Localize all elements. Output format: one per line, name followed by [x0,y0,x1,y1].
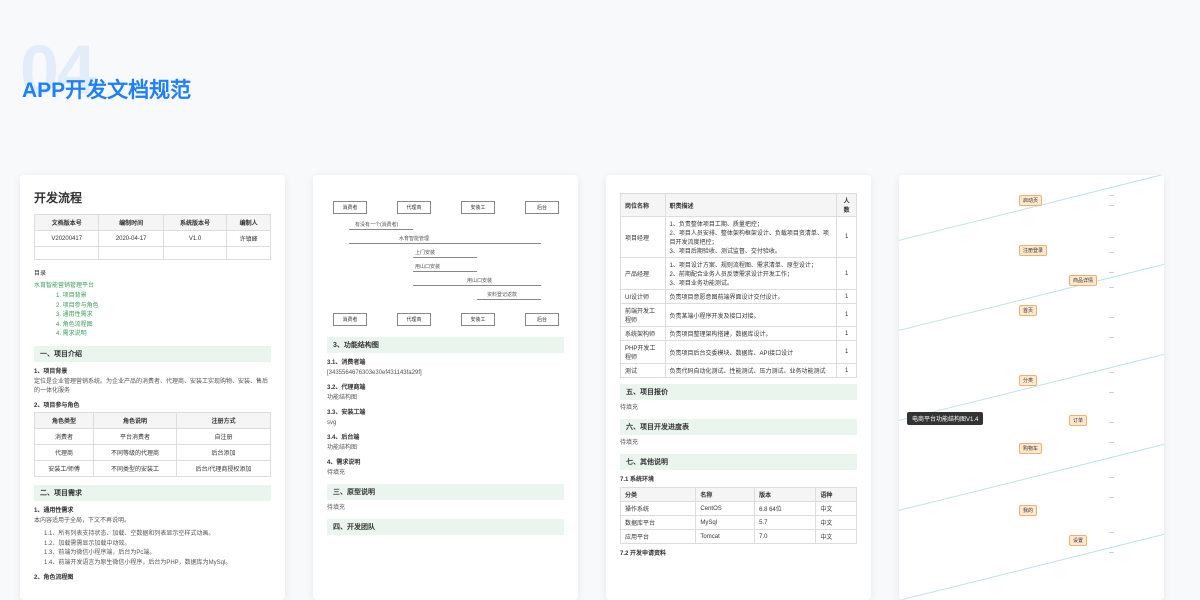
para-gen: 本内容适用于全局，下文不再说明。 [34,517,271,526]
doc-card-2: 消费者 代理商 安装工 后台 有没有一个(消费者) 水育智能管理 上门安装 用山… [313,175,578,600]
section-team: 四、开发团队 [327,519,564,535]
platform-name: 水育智能营销管理平台 [34,280,271,289]
sub-1-1: 1、项目背景 [34,366,271,375]
mindmap-root: 电商平台功能结构图V1.4 [907,412,983,425]
doc-card-1: 开发流程 文档版本号编制时间系统版本号编制人 V202004172020-04-… [20,175,285,600]
section-proto: 三、原型说明 [327,484,564,500]
section-3: 3、功能结构图 [327,337,564,353]
section-5: 五、项目报价 [620,384,857,400]
sub-2-2: 2、角色流程图 [34,572,271,581]
toc-label: 目录 [34,268,271,277]
env-table: 分类名称版本语种 操作系统CentOS6.8 64位中文 数据库平台MySql5… [620,487,857,544]
section-6: 六、项目开发进度表 [620,419,857,435]
section-title: APP开发文档规范 [22,74,191,104]
section-1: 一、项目介绍 [34,346,271,362]
req-list: 1.1、所有列表支持状态、加载、空数据和列表显示空样式动画。1.2、加载需需显示… [44,530,271,568]
para-bg: 定位是企业管理营销系统。为企业产品的消费者、代理商、安装工实现购物、安装、售后的… [34,378,271,396]
section-2: 二、项目需求 [34,485,271,501]
section-7: 七、其他说明 [620,454,857,470]
version-table: 文档版本号编制时间系统版本号编制人 V202004172020-04-17V1.… [34,214,271,260]
doc-card-4: 电商平台功能结构图V1.4 启动页 注册登录 首页 分类 购物车 我的 商品详情… [899,175,1164,600]
role-table: 角色类型角色说明注册方式 消费者平台消费者自注册 代理商不同等级的代理商后台添加… [34,412,271,477]
doc-cards-row: 开发流程 文档版本号编制时间系统版本号编制人 V202004172020-04-… [20,175,1164,600]
sub-2-1: 1、通用性需求 [34,505,271,514]
toc-list: 1. 项目背景2. 项目参与角色3. 通用性需求4. 角色流程图4. 需求说明 [56,292,271,340]
doc1-heading: 开发流程 [34,189,271,206]
flow-diagram: 消费者 代理商 安装工 后台 有没有一个(消费者) 水育智能管理 上门安装 用山… [327,201,564,331]
sub-1-2: 2、项目参与角色 [34,400,271,409]
team-table: 岗位名称职责描述人数 项目经理1、负责整体项目工期、质量把控； 2、项目人员安排… [620,193,857,378]
doc-card-3: 岗位名称职责描述人数 项目经理1、负责整体项目工期、质量把控； 2、项目人员安排… [606,175,871,600]
